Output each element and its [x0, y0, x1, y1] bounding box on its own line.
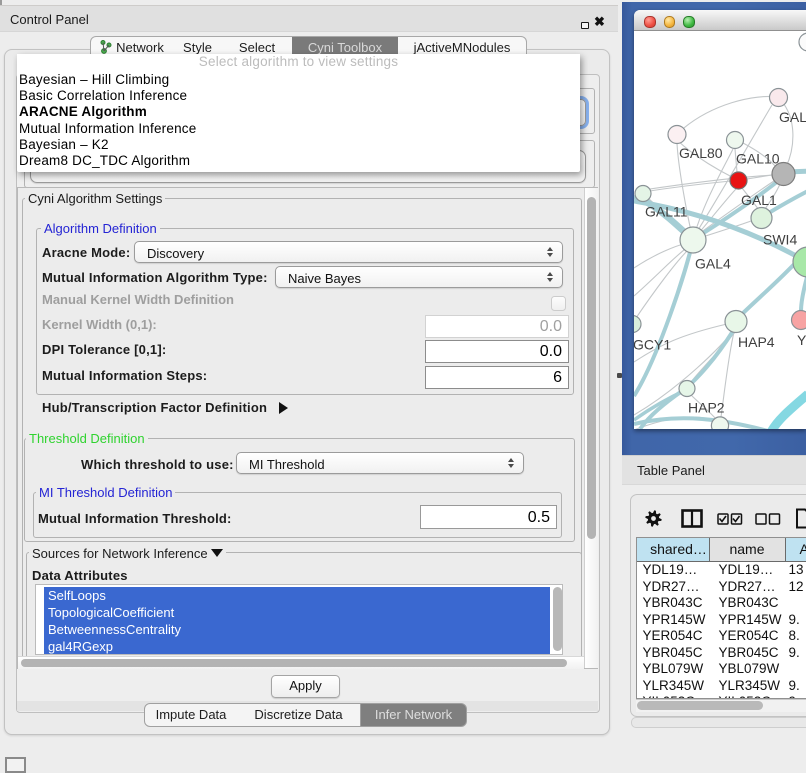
svg-text:GAL4: GAL4 [695, 256, 731, 272]
svg-text:YJ: YJ [797, 332, 806, 348]
svg-text:SWI4: SWI4 [763, 232, 797, 248]
svg-text:GCY1: GCY1 [634, 337, 671, 353]
svg-text:GAL7: GAL7 [779, 109, 806, 125]
svg-text:GAL11: GAL11 [645, 204, 688, 220]
svg-text:GAL80: GAL80 [679, 145, 723, 161]
svg-text:HAP2: HAP2 [688, 400, 725, 416]
svg-text:HAP4: HAP4 [738, 334, 775, 350]
svg-text:GAL1: GAL1 [741, 192, 777, 208]
svg-text:GAL10: GAL10 [736, 151, 780, 167]
